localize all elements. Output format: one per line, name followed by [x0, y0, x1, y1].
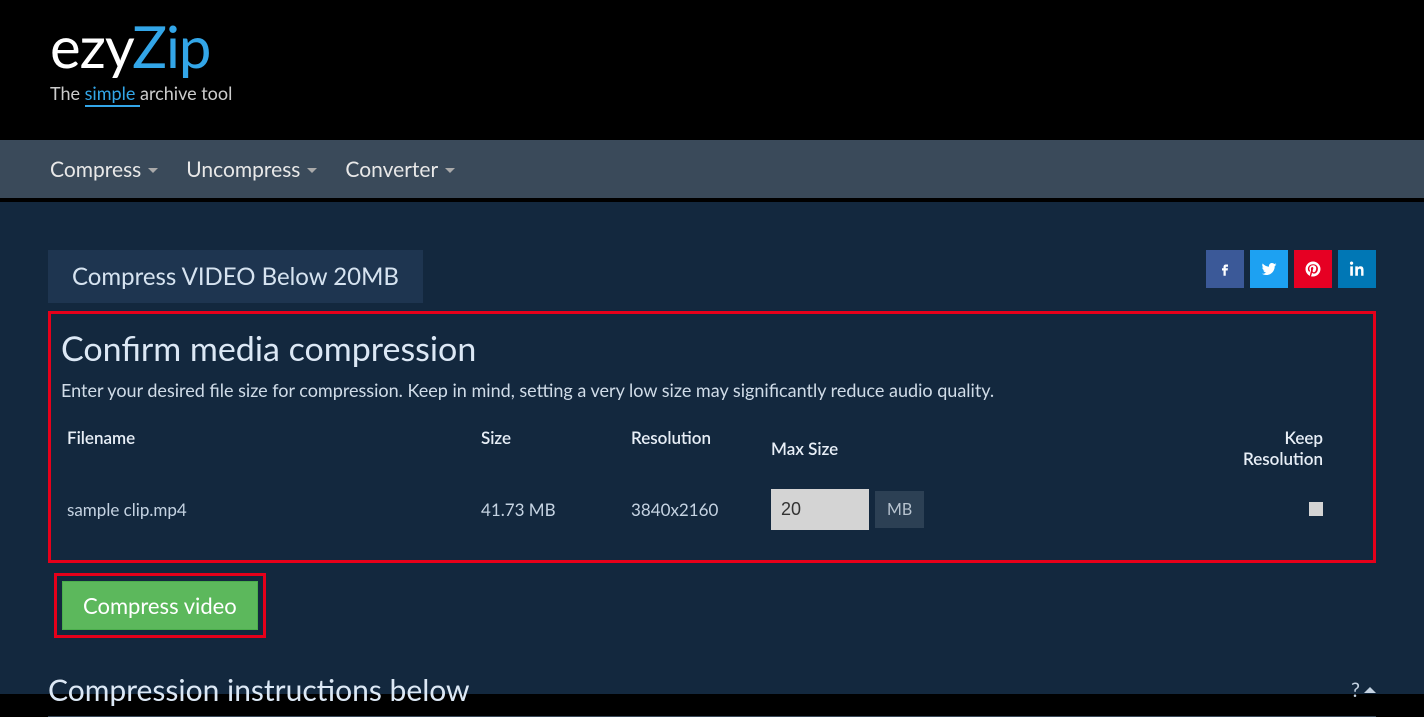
- logo-text-ezy: ezy: [50, 12, 132, 81]
- cell-filename: sample clip.mp4: [61, 499, 481, 520]
- instructions-row: Compression instructions below ?: [48, 672, 1376, 708]
- help-icon: ?: [1351, 678, 1360, 702]
- linkedin-button[interactable]: [1338, 250, 1376, 288]
- cell-size: 41.73 MB: [481, 499, 631, 520]
- nav-compress-label: Compress: [50, 157, 141, 182]
- nav-uncompress-label: Uncompress: [186, 157, 300, 182]
- linkedin-icon: [1348, 260, 1366, 278]
- nav-bar: Compress Uncompress Converter: [0, 138, 1424, 202]
- section-description: Enter your desired file size for compres…: [61, 379, 1363, 401]
- pinterest-icon: [1304, 260, 1322, 278]
- header-filename: Filename: [61, 427, 481, 469]
- header-size: Size: [481, 427, 631, 469]
- tab-row: Compress VIDEO Below 20MB: [48, 250, 1376, 303]
- pinterest-button[interactable]: [1294, 250, 1332, 288]
- section-title: Confirm media compression: [61, 328, 1363, 369]
- header-maxsize: Max Size: [771, 427, 1201, 469]
- facebook-button[interactable]: [1206, 250, 1244, 288]
- caret-down-icon: [445, 168, 455, 173]
- file-table-header: Filename Size Resolution Max Size Keep R…: [61, 427, 1363, 477]
- tagline: The simple archive tool: [50, 82, 1374, 104]
- nav-converter[interactable]: Converter: [345, 157, 455, 182]
- logo-container[interactable]: ezyZip The simple archive tool: [50, 18, 1374, 104]
- highlighted-compression-panel: Confirm media compression Enter your des…: [48, 311, 1376, 563]
- social-buttons: [1206, 250, 1376, 288]
- header-resolution: Resolution: [631, 427, 771, 469]
- instructions-title: Compression instructions below: [48, 672, 470, 708]
- header-keepres: Keep Resolution: [1201, 427, 1363, 469]
- highlighted-button-box: Compress video: [54, 573, 266, 638]
- caret-down-icon: [307, 168, 317, 173]
- compress-video-button[interactable]: Compress video: [62, 581, 258, 630]
- nav-converter-label: Converter: [345, 157, 438, 182]
- tagline-pre: The: [50, 82, 85, 104]
- main-content: Compress VIDEO Below 20MB Confirm media …: [0, 202, 1424, 694]
- maxsize-unit-label: MB: [875, 491, 924, 528]
- nav-uncompress[interactable]: Uncompress: [186, 157, 317, 182]
- twitter-button[interactable]: [1250, 250, 1288, 288]
- cell-keepres: [1201, 499, 1363, 520]
- facebook-icon: [1216, 260, 1234, 278]
- file-table: Filename Size Resolution Max Size Keep R…: [61, 427, 1363, 542]
- caret-up-icon: [1364, 687, 1376, 693]
- tagline-simple: simple: [85, 82, 140, 107]
- caret-down-icon: [148, 168, 158, 173]
- logo-text-zip: Zip: [132, 12, 210, 81]
- nav-compress[interactable]: Compress: [50, 157, 158, 182]
- logo: ezyZip: [50, 18, 1374, 76]
- header: ezyZip The simple archive tool: [0, 0, 1424, 138]
- file-row: sample clip.mp4 41.73 MB 3840x2160 MB: [61, 477, 1363, 542]
- twitter-icon: [1260, 260, 1278, 278]
- tagline-post: archive tool: [140, 82, 232, 104]
- tab-compress-video[interactable]: Compress VIDEO Below 20MB: [48, 250, 423, 303]
- cell-maxsize: MB: [771, 489, 1201, 530]
- maxsize-input[interactable]: [771, 489, 869, 530]
- help-toggle[interactable]: ?: [1351, 678, 1376, 702]
- keep-resolution-checkbox[interactable]: [1309, 502, 1323, 516]
- cell-resolution: 3840x2160: [631, 499, 771, 520]
